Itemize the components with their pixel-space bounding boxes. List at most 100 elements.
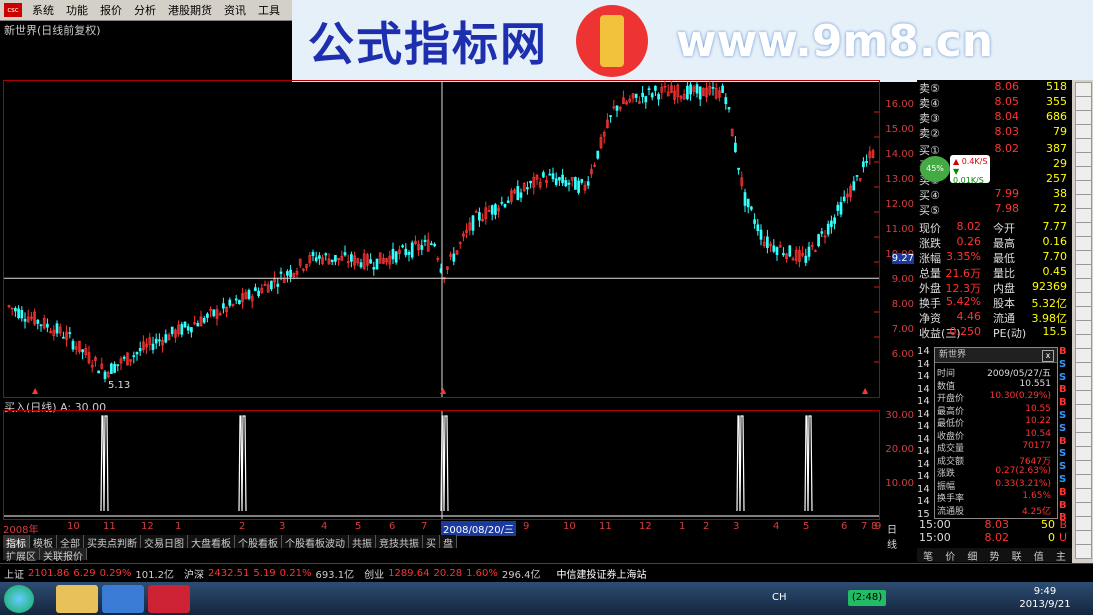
date-tick-label: 7: [861, 521, 868, 532]
indicator-tab[interactable]: 盘: [440, 535, 457, 550]
toolbar-icon[interactable]: [1075, 152, 1092, 167]
menu-item-analysis[interactable]: 分析: [128, 2, 162, 18]
toolbar-icon[interactable]: [1075, 96, 1092, 111]
cursor-price-label: 9.27: [891, 253, 914, 265]
toolbar-icon[interactable]: [1075, 516, 1092, 531]
toolbar-icon[interactable]: [1075, 264, 1092, 279]
toolbar-icon[interactable]: [1075, 110, 1092, 125]
toolbar-icon[interactable]: [1075, 82, 1092, 97]
right-tab[interactable]: 细: [961, 548, 983, 563]
stat-row: 换手 5.42% 股本 5.32亿: [919, 295, 1069, 310]
toolbar-icon[interactable]: [1075, 292, 1092, 307]
quote-value: 7.98: [994, 202, 1020, 215]
buy-signal-spike: [100, 415, 109, 512]
toolbar-icon[interactable]: [1075, 166, 1092, 181]
toolbar-icon[interactable]: [1075, 222, 1092, 237]
chart-title: 新世界(日线前复权): [4, 24, 101, 37]
toolbar-icon[interactable]: [1075, 236, 1092, 251]
toolbar-icon[interactable]: [1075, 250, 1092, 265]
news-ticker[interactable]: 中信建投证券上海站: [557, 566, 647, 581]
toolbar-icon[interactable]: [1075, 320, 1092, 335]
toolbar-icon[interactable]: [1075, 138, 1092, 153]
toolbar-icon[interactable]: [1075, 544, 1092, 559]
right-tab[interactable]: 笔: [917, 548, 939, 563]
quote-volume: 686: [1046, 110, 1067, 123]
candle-body: [430, 243, 433, 246]
popup-row: 流通股 4.25亿: [937, 504, 1053, 517]
popup-close-button[interactable]: x: [1042, 350, 1054, 362]
right-tab[interactable]: 主: [1050, 548, 1072, 563]
date-tick-label: 12: [141, 521, 154, 532]
system-clock[interactable]: 9:49 2013/9/21: [1010, 585, 1080, 611]
toolbar-icon[interactable]: [1075, 180, 1092, 195]
explorer-taskbar-icon[interactable]: [56, 585, 98, 613]
app-taskbar-icon[interactable]: [102, 585, 144, 613]
toolbar-icon[interactable]: [1075, 446, 1092, 461]
menu-item-futures[interactable]: 港股期货: [162, 2, 218, 18]
toolbar-icon[interactable]: [1075, 488, 1092, 503]
tray-timer[interactable]: (2:48): [848, 590, 886, 606]
indicator-tab[interactable]: 买: [423, 535, 440, 550]
popup-label: 流通股: [937, 506, 965, 517]
candle-body: [257, 290, 260, 296]
stat-value: 8.02: [956, 220, 982, 233]
toolbar-icon[interactable]: [1075, 194, 1092, 209]
menu-item-quote[interactable]: 报价: [94, 2, 128, 18]
toolbar-icon[interactable]: [1075, 334, 1092, 349]
popup-value: 7647万: [1019, 456, 1051, 467]
tick-time: 14: [917, 496, 930, 507]
toolbar-icon[interactable]: [1075, 502, 1092, 517]
toolbar-icon[interactable]: [1075, 376, 1092, 391]
indicator-tab[interactable]: 模板: [30, 535, 57, 550]
toolbar-icon[interactable]: [1075, 278, 1092, 293]
extension-tab[interactable]: 关联报价: [40, 548, 87, 563]
right-tab[interactable]: 联: [1006, 548, 1028, 563]
indicator-chart[interactable]: [3, 410, 880, 520]
indicator-tab[interactable]: 全部: [57, 535, 84, 550]
toolbar-icon[interactable]: [1075, 390, 1092, 405]
candle-body: [471, 215, 475, 231]
indicator-tab[interactable]: 指标: [3, 535, 30, 550]
stat-label-2: 流通: [993, 312, 1015, 325]
candle-body: [503, 204, 507, 208]
right-tab[interactable]: 价: [939, 548, 961, 563]
candle-body: [359, 262, 363, 268]
candlestick-chart[interactable]: 5.13 ▲ ▲ ▲: [3, 77, 880, 398]
toolbar-icon[interactable]: [1075, 530, 1092, 545]
indicator-tab[interactable]: 竞技共振: [376, 535, 423, 550]
toolbar-icon[interactable]: [1075, 124, 1092, 139]
quote-value: 7.99: [994, 187, 1020, 200]
right-tab[interactable]: 值: [1028, 548, 1050, 563]
menu-item-function[interactable]: 功能: [60, 2, 94, 18]
toolbar-icon[interactable]: [1075, 432, 1092, 447]
toolbar-icon[interactable]: [1075, 208, 1092, 223]
toolbar-icon[interactable]: [1075, 362, 1092, 377]
csc-taskbar-icon[interactable]: [148, 585, 190, 613]
toolbar-icon[interactable]: [1075, 348, 1092, 363]
indicator-tab[interactable]: 共振: [349, 535, 376, 550]
toolbar-icon[interactable]: [1075, 306, 1092, 321]
bs-flag: B: [1059, 499, 1067, 511]
start-button-icon[interactable]: [4, 585, 34, 613]
toolbar-icon[interactable]: [1075, 418, 1092, 433]
indicator-tab[interactable]: 大盘看板: [188, 535, 235, 550]
extension-tab[interactable]: 扩展区: [3, 548, 40, 563]
candle-body: [23, 319, 27, 322]
keyboard-indicator[interactable]: CH: [772, 592, 787, 603]
indicator-tab[interactable]: 买卖点判断: [84, 535, 141, 550]
right-tab[interactable]: 势: [983, 548, 1005, 563]
toolbar-icon[interactable]: [1075, 460, 1092, 475]
candle-body: [574, 177, 577, 190]
indicator-tab[interactable]: 交易日图: [141, 535, 188, 550]
indicator-tab[interactable]: 个股看板: [235, 535, 282, 550]
bar-info-popup[interactable]: 新世界 x 时间 2009/05/27/五 数值 10.551 开盘价 10.30(0.2…: [934, 347, 1058, 519]
toolbar-icon[interactable]: [1075, 404, 1092, 419]
menu-item-tools[interactable]: 工具: [252, 2, 286, 18]
toolbar-icon[interactable]: [1075, 474, 1092, 489]
candle-body: [46, 323, 49, 328]
candle-body: [494, 204, 497, 215]
indicator-tab[interactable]: 个股看板波动: [282, 535, 349, 550]
menu-item-system[interactable]: 系统: [26, 2, 60, 18]
candle-body: [839, 202, 843, 215]
menu-item-news[interactable]: 资讯: [218, 2, 252, 18]
